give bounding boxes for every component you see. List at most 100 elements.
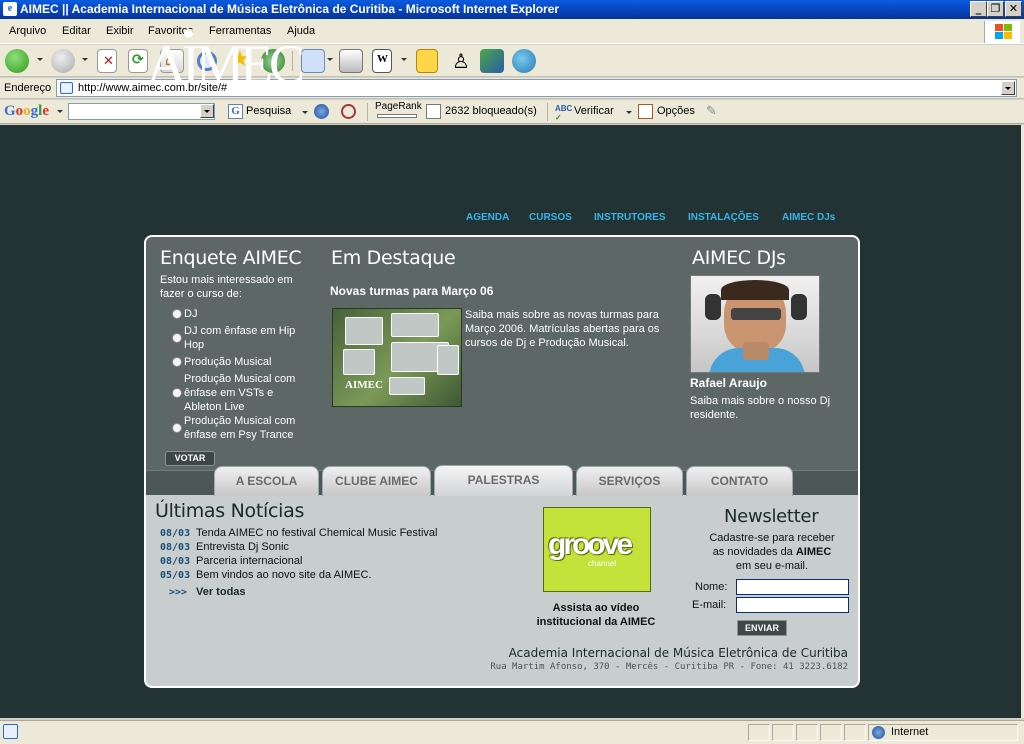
spellcheck-dropdown-icon[interactable] xyxy=(626,111,632,114)
view-all-arrows: >>> xyxy=(169,587,188,598)
news-item[interactable]: Bem vindos ao novo site da AIMEC. xyxy=(196,569,371,581)
news-item[interactable]: Entrevista Dj Sonic xyxy=(196,541,289,553)
pencil-icon[interactable]: ✎ xyxy=(706,104,721,119)
minimize-button[interactable]: _ xyxy=(970,1,987,17)
vote-button[interactable]: VOTAR xyxy=(165,451,215,466)
newsletter-name-input[interactable] xyxy=(736,579,849,595)
stop-icon[interactable]: ✕ xyxy=(97,49,117,73)
nav-aimec-djs[interactable]: AIMEC DJs xyxy=(782,212,835,223)
back-dropdown-icon[interactable] xyxy=(37,58,43,61)
site-logo[interactable]: AIMEC xyxy=(147,30,305,100)
edit-word-icon[interactable]: W xyxy=(372,49,392,73)
pagerank-label: PageRank xyxy=(375,101,422,112)
poll-radio-producao-vst[interactable] xyxy=(172,388,182,398)
google-search-button[interactable]: Pesquisa xyxy=(246,105,291,117)
footer-address: Rua Martim Afonso, 370 - Mercês - Curiti… xyxy=(490,662,848,672)
poll-radio-dj-hiphop[interactable] xyxy=(172,333,182,343)
orkut-icon[interactable] xyxy=(341,104,356,119)
poll-option-producao: Produção Musical xyxy=(184,356,272,368)
ie-icon: e xyxy=(3,2,17,16)
edit-dropdown-icon[interactable] xyxy=(401,58,407,61)
news-date: 08/03 xyxy=(160,542,191,553)
poll-option-dj-hiphop: DJ com ênfase em Hip Hop xyxy=(184,325,296,351)
google-logo[interactable]: Google xyxy=(4,103,49,120)
nav-agenda[interactable]: AGENDA xyxy=(466,212,509,223)
google-search-dropdown-button[interactable] xyxy=(200,104,214,118)
menu-arquivo[interactable]: Arquivo xyxy=(9,25,46,37)
msn-people-icon[interactable] xyxy=(512,49,536,73)
back-icon[interactable] xyxy=(5,49,29,73)
google-toolbar: Google G Pesquisa PageRank 2632 bloquead… xyxy=(0,100,1024,124)
window-title: AIMEC || Academia Internacional de Músic… xyxy=(20,2,560,16)
poll-radio-dj[interactable] xyxy=(172,309,182,319)
newsletter-send-button[interactable]: ENVIAR xyxy=(737,620,787,636)
video-caption-2[interactable]: institucional da AIMEC xyxy=(520,615,672,629)
tab-clube-aimec[interactable]: CLUBE AIMEC xyxy=(322,466,431,496)
google-search-input[interactable] xyxy=(68,103,215,120)
popup-blocker-icon[interactable] xyxy=(426,104,441,119)
poll-question: Estou mais interessado em fazer o curso … xyxy=(160,274,293,300)
maximize-button[interactable]: ❐ xyxy=(987,1,1004,17)
zone-label: Internet xyxy=(891,726,929,738)
notes-icon[interactable] xyxy=(416,49,438,73)
pagerank-bar xyxy=(377,114,417,118)
video-caption-1[interactable]: Assista ao vídeo xyxy=(520,601,672,615)
news-date: 08/03 xyxy=(160,556,191,567)
name-label: Nome: xyxy=(695,581,728,593)
messenger-icon[interactable]: ♙ xyxy=(448,49,472,73)
internet-globe-icon xyxy=(872,726,885,739)
news-item[interactable]: Parceria internacional xyxy=(196,555,302,567)
forward-icon[interactable] xyxy=(51,49,75,73)
groove-logo-text: groove xyxy=(548,528,633,561)
refresh-icon[interactable]: ⟳ xyxy=(128,49,148,73)
print-icon[interactable] xyxy=(339,49,363,73)
view-all-link[interactable]: Ver todas xyxy=(196,586,246,598)
status-cell xyxy=(748,724,770,741)
mail-icon[interactable] xyxy=(301,49,325,73)
poll-radio-producao[interactable] xyxy=(172,357,182,367)
dj-photo[interactable] xyxy=(690,275,820,373)
newsletter-line1: Cadastre-se para receber xyxy=(709,532,835,544)
nav-cursos[interactable]: CURSOS xyxy=(529,212,572,223)
poll-radio-producao-psy[interactable] xyxy=(172,423,182,433)
featured-image[interactable]: AIMEC xyxy=(332,308,462,407)
featured-title: Em Destaque xyxy=(331,247,456,269)
newsletter-line3: em seu e-mail. xyxy=(735,560,809,572)
options-icon[interactable] xyxy=(638,104,653,119)
spellcheck-button[interactable]: Verificar xyxy=(574,105,614,117)
news-title: Últimas Notícias xyxy=(155,500,305,522)
research-icon[interactable] xyxy=(480,49,504,73)
menu-exibir[interactable]: Exibir xyxy=(106,25,134,37)
news-item[interactable]: Tenda AIMEC no festival Chemical Music F… xyxy=(196,527,437,539)
forward-dropdown-icon[interactable] xyxy=(82,58,88,61)
featured-headline[interactable]: Novas turmas para Março 06 xyxy=(330,284,493,298)
newsletter-email-input[interactable] xyxy=(736,597,849,613)
search-dropdown-icon[interactable] xyxy=(302,111,308,114)
windows-logo-icon xyxy=(984,21,1020,43)
groove-channel-logo[interactable]: groove channel xyxy=(543,507,651,592)
dj-name[interactable]: Rafael Araujo xyxy=(690,376,767,390)
page-icon xyxy=(60,82,73,94)
tab-palestras[interactable]: PALESTRAS xyxy=(434,465,573,496)
spellcheck-icon[interactable]: ABC ✓ xyxy=(555,104,572,122)
newsletter-title: Newsletter xyxy=(724,506,819,527)
mail-dropdown-icon[interactable] xyxy=(327,58,333,61)
close-button[interactable]: ✕ xyxy=(1005,1,1022,17)
tab-contato[interactable]: CONTATO xyxy=(686,466,793,496)
popup-blocked-count[interactable]: 2632 bloqueado(s) xyxy=(445,105,537,117)
status-cell xyxy=(772,724,794,741)
poll-option-producao-vst: Produção Musical com ênfase em VSTs e Ab… xyxy=(184,373,296,413)
google-menu-dropdown-icon[interactable] xyxy=(57,110,63,113)
address-label: Endereço xyxy=(4,82,52,94)
tab-servicos[interactable]: SERVIÇOS xyxy=(576,466,683,496)
menu-editar[interactable]: Editar xyxy=(62,25,91,37)
news-date: 08/03 xyxy=(160,528,191,539)
nav-instalacoes[interactable]: INSTALAÇÕES xyxy=(688,212,759,223)
news-date: 05/03 xyxy=(160,570,191,581)
address-dropdown-button[interactable] xyxy=(1001,81,1015,95)
nav-instrutores[interactable]: INSTRUTORES xyxy=(594,212,666,223)
tab-a-escola[interactable]: A ESCOLA xyxy=(214,466,319,496)
options-button[interactable]: Opções xyxy=(657,105,695,117)
zone-cell: Internet xyxy=(868,724,1018,741)
globe-icon[interactable] xyxy=(314,104,329,119)
